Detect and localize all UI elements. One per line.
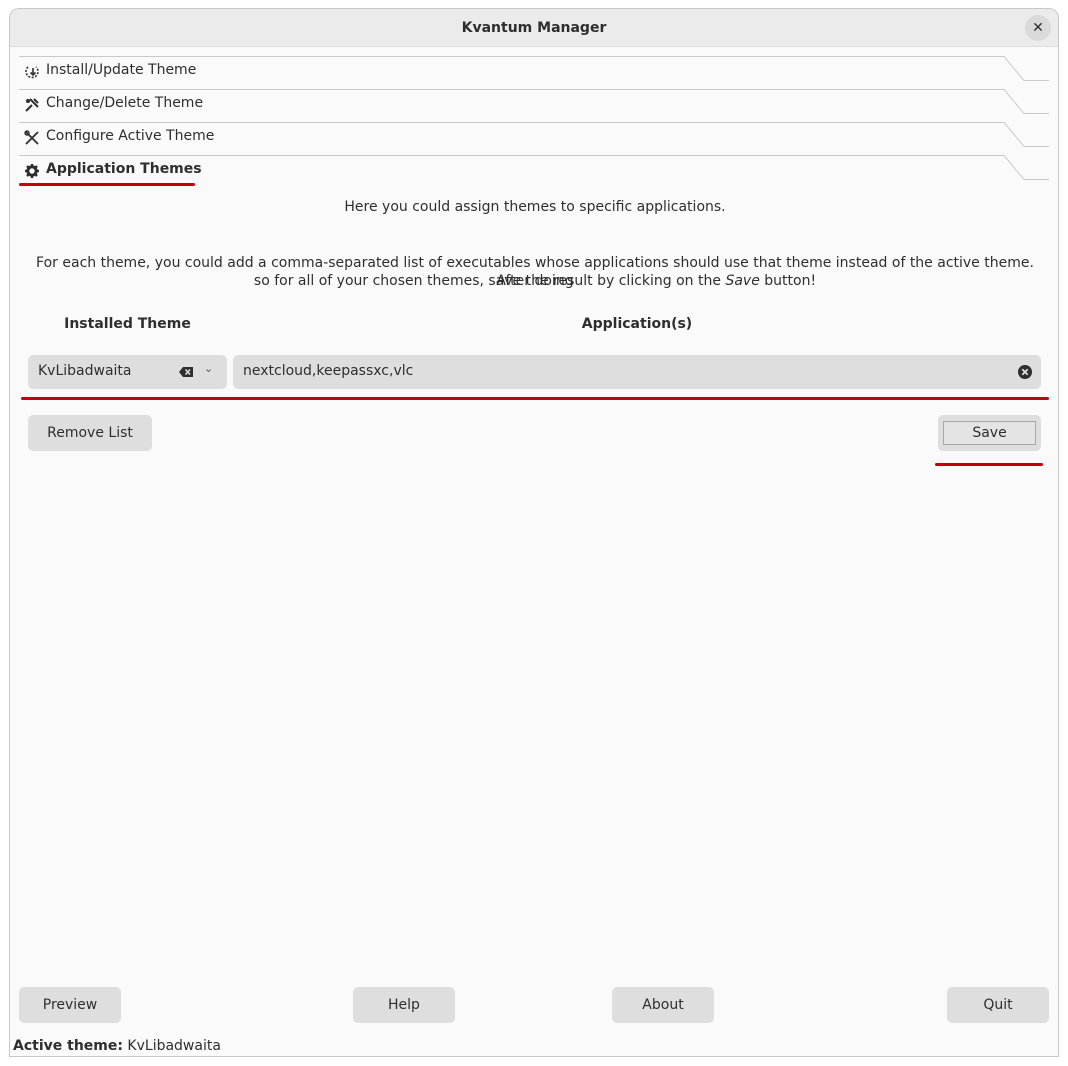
kvantum-window: Kvantum Manager ✕ Install/Update Theme C… bbox=[9, 8, 1059, 1057]
toolbox-item-label: Configure Active Theme bbox=[46, 128, 215, 144]
annotation-underline bbox=[19, 183, 195, 186]
configure-icon bbox=[24, 130, 40, 146]
installed-theme-combo[interactable]: KvLibadwaita ⌄ bbox=[28, 355, 227, 389]
toolbox-item-change-delete[interactable]: Change/Delete Theme bbox=[19, 89, 1049, 122]
status-value: KvLibadwaita bbox=[127, 1038, 221, 1054]
toolbox-item-configure-active[interactable]: Configure Active Theme bbox=[19, 122, 1049, 155]
annotation-underline bbox=[935, 463, 1043, 466]
change-icon bbox=[24, 97, 40, 113]
installed-theme-header: Installed Theme bbox=[64, 316, 191, 332]
toolbox-item-install-update[interactable]: Install/Update Theme bbox=[19, 56, 1049, 89]
status-bar: Active theme: KvLibadwaita bbox=[13, 1037, 221, 1055]
applications-value: nextcloud,keepassxc,vlc bbox=[243, 363, 414, 379]
status-label: Active theme: bbox=[13, 1038, 123, 1054]
applications-input[interactable]: nextcloud,keepassxc,vlc bbox=[233, 355, 1041, 389]
clear-icon[interactable] bbox=[1017, 364, 1033, 380]
description-line-2: so for all of your chosen themes, save t… bbox=[253, 273, 817, 289]
save-emphasis: Save bbox=[725, 273, 760, 289]
window-title: Kvantum Manager bbox=[461, 20, 607, 36]
applications-header: Application(s) bbox=[581, 316, 693, 332]
remove-list-button[interactable]: Remove List bbox=[28, 415, 152, 451]
intro-text: Here you could assign themes to specific… bbox=[344, 199, 726, 215]
close-icon: ✕ bbox=[1032, 20, 1044, 36]
close-button[interactable]: ✕ bbox=[1025, 15, 1051, 41]
quit-button[interactable]: Quit bbox=[947, 987, 1049, 1023]
chevron-down-icon[interactable]: ⌄ bbox=[204, 362, 213, 375]
save-button-label: Save bbox=[943, 421, 1036, 445]
toolbox-item-label: Application Themes bbox=[46, 161, 202, 177]
help-button[interactable]: Help bbox=[353, 987, 455, 1023]
backspace-clear-icon[interactable] bbox=[178, 364, 194, 380]
save-button[interactable]: Save bbox=[938, 415, 1041, 451]
theme-value: KvLibadwaita bbox=[38, 363, 132, 379]
toolbox-item-label: Install/Update Theme bbox=[46, 62, 197, 78]
annotation-underline bbox=[21, 397, 1049, 400]
preview-button[interactable]: Preview bbox=[19, 987, 121, 1023]
gear-icon bbox=[24, 163, 40, 179]
toolbox-item-label: Change/Delete Theme bbox=[46, 95, 204, 111]
title-bar: Kvantum Manager ✕ bbox=[10, 9, 1058, 47]
about-button[interactable]: About bbox=[612, 987, 714, 1023]
install-icon bbox=[24, 64, 40, 80]
